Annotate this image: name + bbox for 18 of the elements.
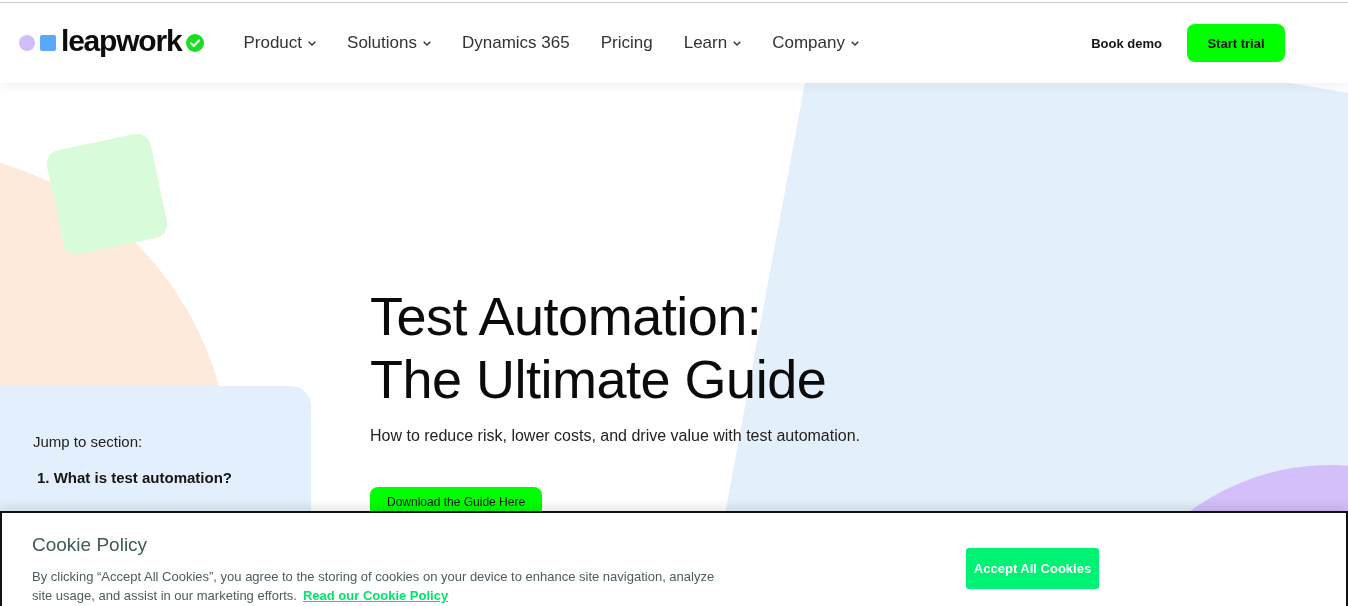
nav-link[interactable]: Learn: [683, 33, 742, 53]
book-demo-link[interactable]: Book demo: [1091, 35, 1162, 51]
page-subtitle: How to reduce risk, lower costs, and drive value with test automation.: [370, 426, 861, 446]
nav-link[interactable]: Company: [772, 33, 859, 53]
nav-link[interactable]: Pricing: [600, 33, 653, 53]
jump-to-section-heading: Jump to section:: [33, 432, 144, 452]
page-title: Test Automation: The Ultimate Guide: [370, 285, 828, 411]
logo-wordmark[interactable]: leapwork: [61, 25, 182, 57]
cookie-title: Cookie Policy: [32, 533, 149, 557]
circle-icon: [19, 35, 35, 51]
nav-link[interactable]: Dynamics 365: [462, 33, 570, 53]
start-trial-button[interactable]: Start trial: [1187, 24, 1285, 62]
nav-link[interactable]: Product: [243, 33, 317, 53]
square-icon: [40, 35, 56, 51]
section-link[interactable]: 1. What is test automation?: [37, 468, 291, 488]
cookie-text: By clicking “Accept All Cookies”, you agree to the storing of cookies on your device to enhance site navigation, analyze site usage, and assist in our marketing efforts. Read our Cookie Policy: [32, 568, 716, 605]
check-circle-icon: [186, 34, 205, 52]
nav-link[interactable]: Solutions: [347, 33, 431, 53]
